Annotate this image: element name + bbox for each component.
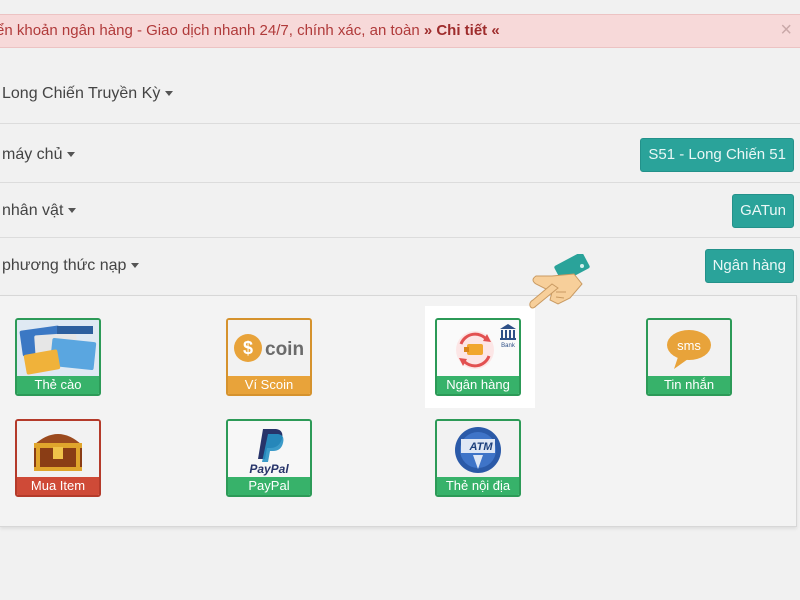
- character-dropdown[interactable]: nhân vật: [2, 202, 77, 220]
- close-icon[interactable]: ×: [780, 19, 792, 41]
- banner-text: ển khoản ngân hàng - Giao dịch nhanh 24/…: [0, 22, 420, 39]
- method-value-badge[interactable]: Ngân hàng: [704, 249, 794, 283]
- treasure-chest-icon: [17, 421, 99, 477]
- svg-text:sms: sms: [677, 338, 701, 353]
- sms-icon: sms: [648, 320, 730, 376]
- method-dropdown[interactable]: phương thức nạp: [2, 257, 140, 275]
- server-value-badge[interactable]: S51 - Long Chiến 51: [640, 138, 794, 172]
- caret-down-icon: [165, 91, 174, 97]
- payment-method-buy-item[interactable]: Mua Item: [15, 419, 101, 497]
- banner-detail-link[interactable]: » Chi tiết «: [424, 22, 500, 39]
- caret-down-icon: [68, 208, 77, 214]
- svg-text:Bank: Bank: [501, 343, 516, 349]
- payment-method-scoin[interactable]: $ coin Ví Scoin: [226, 318, 312, 396]
- game-dropdown[interactable]: Long Chiến Truyền Kỳ: [2, 85, 174, 103]
- payment-method-label: PayPal: [228, 477, 310, 495]
- server-dropdown[interactable]: máy chủ: [2, 146, 76, 164]
- payment-method-sms[interactable]: sms Tin nhắn: [646, 318, 732, 396]
- character-row: nhân vật GATun: [0, 184, 800, 238]
- promo-banner: ển khoản ngân hàng - Giao dịch nhanh 24/…: [0, 14, 800, 48]
- payment-method-paypal[interactable]: PayPal PayPal: [226, 419, 312, 497]
- game-dropdown-label: Long Chiến Truyền Kỳ: [2, 85, 161, 102]
- payment-method-domestic-card[interactable]: ATM Thẻ nội địa: [435, 419, 521, 497]
- payment-method-label: Ví Scoin: [228, 376, 310, 394]
- character-value-badge[interactable]: GATun: [732, 194, 794, 228]
- svg-text:$: $: [243, 338, 253, 358]
- method-row: phương thức nạp Ngân hàng: [0, 239, 800, 295]
- server-row: máy chủ S51 - Long Chiến 51: [0, 125, 800, 183]
- payment-method-label: Thẻ cào: [17, 376, 99, 394]
- payment-method-label: Thẻ nội địa: [437, 477, 519, 495]
- page: ển khoản ngân hàng - Giao dịch nhanh 24/…: [0, 0, 800, 600]
- payment-method-label: Ngân hàng: [437, 376, 519, 394]
- bank-icon: Bank: [437, 320, 519, 376]
- svg-text:ATM: ATM: [468, 441, 493, 453]
- payment-method-label: Mua Item: [17, 477, 99, 495]
- game-row: Long Chiến Truyền Kỳ: [0, 64, 800, 124]
- scratch-card-icon: [17, 320, 99, 376]
- payment-method-scratch-card[interactable]: Thẻ cào: [15, 318, 101, 396]
- character-label: nhân vật: [2, 202, 64, 219]
- caret-down-icon: [131, 263, 140, 269]
- svg-text:coin: coin: [265, 339, 304, 360]
- svg-text:PayPal: PayPal: [249, 462, 289, 476]
- caret-down-icon: [67, 152, 76, 158]
- paypal-icon: PayPal: [228, 421, 310, 477]
- server-label: máy chủ: [2, 146, 63, 163]
- atm-card-icon: ATM: [437, 421, 519, 477]
- payment-method-label: Tin nhắn: [648, 376, 730, 394]
- scoin-icon: $ coin: [228, 320, 310, 376]
- method-label: phương thức nạp: [2, 257, 127, 274]
- pointing-hand-icon: [529, 254, 590, 309]
- payment-method-bank[interactable]: Bank Ngân hàng: [435, 318, 521, 396]
